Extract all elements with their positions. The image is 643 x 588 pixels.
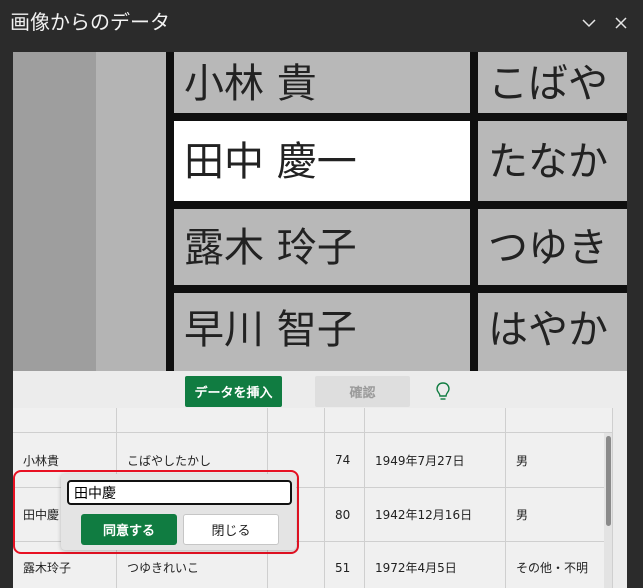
close-icon[interactable]: [610, 12, 632, 34]
agree-button[interactable]: 同意する: [81, 514, 177, 545]
table-cell-gender[interactable]: 男: [506, 488, 613, 542]
table-cell-age[interactable]: 80: [325, 488, 365, 542]
table-cell-birth[interactable]: 1942年12月16日: [365, 488, 506, 542]
preview-cell-name-highlighted: 田中 慶一: [174, 121, 470, 201]
cell-edit-input[interactable]: [67, 480, 292, 505]
table-cell-gender[interactable]: [506, 408, 613, 433]
table-cell-age[interactable]: [325, 408, 365, 433]
window-title: 画像からのデータ: [10, 10, 170, 34]
lightbulb-icon[interactable]: [433, 380, 453, 404]
insert-data-button[interactable]: データを挿入: [185, 376, 282, 407]
table-cell-empty[interactable]: [268, 408, 325, 433]
preview-cell-name: 小林 貴: [174, 52, 470, 113]
confirm-button[interactable]: 確認: [315, 376, 410, 407]
preview-cell-name: 露木 玲子: [174, 209, 470, 285]
preview-cell-kana: つゆき: [478, 209, 627, 285]
table-cell-birth[interactable]: 1949年7月27日: [365, 433, 506, 488]
table-cell-gender[interactable]: その他・不明: [506, 542, 613, 588]
image-preview: 小林 貴 こばや 田中 慶一 たなか 露木 玲子 つゆき 早川 智子 はやか: [13, 52, 627, 371]
preview-cell-name: 早川 智子: [174, 293, 470, 371]
table-cell-birth[interactable]: 1972年4月5日: [365, 542, 506, 588]
table-cell-age[interactable]: 51: [325, 542, 365, 588]
table-cell-birth[interactable]: [365, 408, 506, 433]
title-bar: 画像からのデータ: [0, 0, 643, 46]
scrollbar-thumb[interactable]: [606, 436, 611, 526]
edit-popup: 同意する 閉じる: [61, 474, 296, 550]
preview-cell-kana: はやか: [478, 293, 627, 371]
table-cell-gender[interactable]: 男: [506, 433, 613, 488]
preview-cell-kana: たなか: [478, 121, 627, 201]
preview-table-image: 小林 貴 こばや 田中 慶一 たなか 露木 玲子 つゆき 早川 智子 はやか: [166, 52, 627, 371]
table-cell-name[interactable]: [13, 408, 117, 433]
preview-cell-kana: こばや: [478, 52, 627, 113]
close-button[interactable]: 閉じる: [183, 514, 279, 545]
chevron-down-icon[interactable]: [578, 12, 600, 34]
table-cell-age[interactable]: 74: [325, 433, 365, 488]
table-cell-kana[interactable]: [117, 408, 268, 433]
